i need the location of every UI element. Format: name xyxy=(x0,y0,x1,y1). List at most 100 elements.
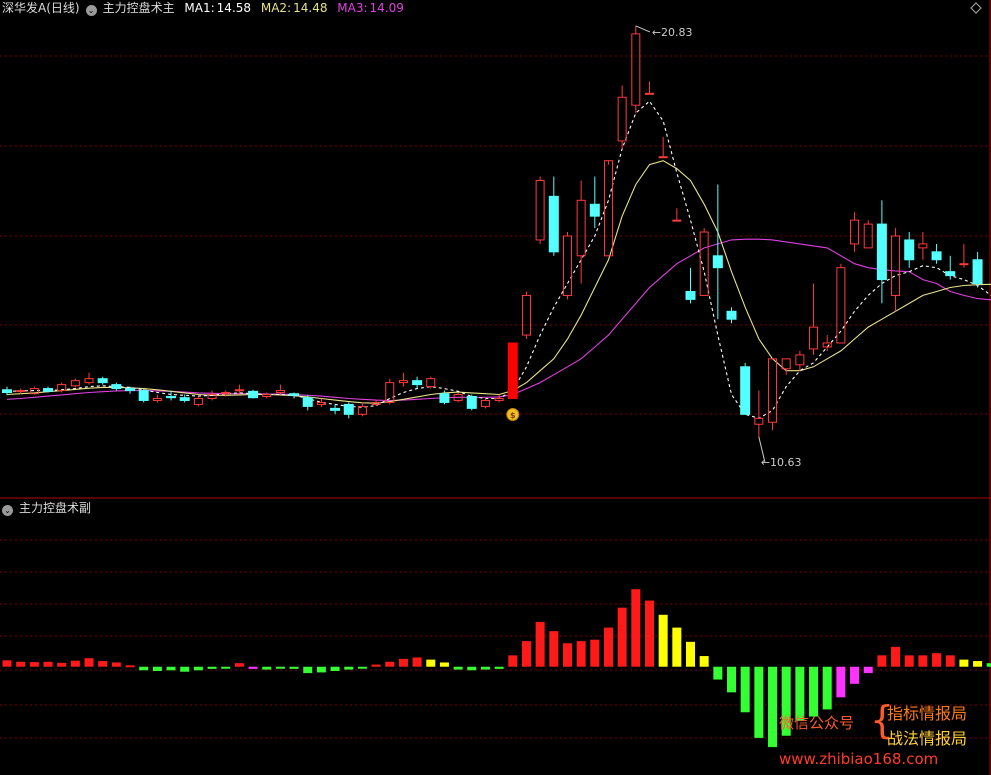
candle xyxy=(589,176,600,229)
chart-canvas: ←20.83 ←10.63 $ xyxy=(0,0,991,775)
candle xyxy=(193,396,203,407)
candle-body xyxy=(768,358,778,423)
candle xyxy=(43,386,54,393)
histogram-bar xyxy=(672,627,682,667)
candle-body xyxy=(576,199,586,257)
candle xyxy=(16,388,26,394)
histogram-bar xyxy=(467,666,477,671)
stock-title: 深华发A(日线) xyxy=(2,1,80,15)
candle xyxy=(330,404,341,415)
histogram-bar xyxy=(43,661,53,667)
candle-body xyxy=(809,326,819,350)
candle-body xyxy=(712,255,723,269)
candle-body xyxy=(111,384,122,390)
candle-body xyxy=(521,294,531,336)
histogram-bar xyxy=(84,658,94,667)
histogram-bar xyxy=(221,666,231,669)
histogram-bar xyxy=(945,655,955,667)
candle xyxy=(617,85,627,149)
histogram-bar xyxy=(590,639,600,667)
histogram-bar xyxy=(617,607,627,667)
candle xyxy=(631,25,641,114)
candle xyxy=(152,394,162,403)
ma1-value: 14.58 xyxy=(216,1,252,15)
candle xyxy=(97,376,108,385)
candle-body xyxy=(494,397,504,401)
candle xyxy=(972,251,983,288)
candle-body xyxy=(631,33,641,106)
candle-body xyxy=(2,389,12,394)
histogram-bar xyxy=(111,662,121,667)
candle xyxy=(84,372,94,385)
candle-body xyxy=(754,417,764,425)
candle-body xyxy=(850,219,860,245)
watermark-wechat: 微信公众号 xyxy=(779,714,855,732)
candle xyxy=(644,81,654,95)
candle-body xyxy=(945,271,956,277)
sub-chart-header: ⌄ 主力控盘术副 xyxy=(2,500,97,516)
candle-body xyxy=(535,179,545,241)
candle xyxy=(809,283,819,355)
candle xyxy=(302,395,313,411)
sub-indicator-toggle-icon[interactable]: ⌄ xyxy=(2,505,13,516)
histogram-bar xyxy=(494,666,504,669)
histogram-bar xyxy=(426,659,436,667)
candle-body xyxy=(918,243,928,249)
high-pointer xyxy=(635,25,651,33)
histogram-bar xyxy=(262,666,272,670)
candle xyxy=(945,255,956,280)
histogram-bar xyxy=(959,659,969,667)
candle-body xyxy=(70,380,80,387)
histogram-bar xyxy=(139,666,149,671)
candle xyxy=(863,220,873,249)
candle-body xyxy=(179,397,190,401)
histogram-bar xyxy=(371,664,381,667)
histogram-bar xyxy=(521,641,531,667)
candle-body xyxy=(658,156,668,159)
histogram-bar xyxy=(303,666,313,674)
ma2-label: MA2: xyxy=(260,1,292,15)
candle xyxy=(111,382,122,391)
candle-body xyxy=(685,290,696,300)
ma3-value: 14.09 xyxy=(369,1,404,15)
candle xyxy=(480,398,490,409)
ma3-label: MA3: xyxy=(337,1,368,15)
candle xyxy=(248,389,259,399)
histogram-bar xyxy=(918,655,928,667)
ma3-line xyxy=(6,238,991,402)
candle-body xyxy=(343,403,354,415)
candle xyxy=(876,200,887,304)
candle-body xyxy=(193,397,203,405)
candle xyxy=(535,176,545,244)
candle xyxy=(507,342,518,399)
histogram-bar xyxy=(248,666,258,669)
histogram-bar xyxy=(973,661,983,667)
indicator-toggle-icon[interactable]: ⌄ xyxy=(85,5,97,16)
histogram-bar xyxy=(398,658,408,667)
diamond-icon[interactable] xyxy=(970,2,982,14)
candle xyxy=(891,228,901,312)
candle xyxy=(343,402,354,419)
histogram-bar xyxy=(29,662,39,667)
candle xyxy=(904,232,915,268)
candle xyxy=(850,212,860,252)
candle-body xyxy=(302,397,313,407)
candle-body xyxy=(275,390,285,394)
candle-body xyxy=(262,394,272,397)
watermark-line2: 战法情报局 xyxy=(887,729,968,748)
histogram-bar xyxy=(603,627,613,667)
main-indicator-name[interactable]: 主力控盘术主 xyxy=(103,1,175,15)
histogram-bar xyxy=(836,666,846,698)
ma2-value: 14.48 xyxy=(293,1,328,15)
candle-body xyxy=(795,354,805,366)
candle xyxy=(959,243,969,268)
histogram-bar xyxy=(439,662,449,667)
candle-body xyxy=(507,342,518,399)
candle-body xyxy=(330,407,341,411)
sub-indicator-name[interactable]: 主力控盘术副 xyxy=(19,501,91,515)
candle xyxy=(822,335,832,351)
candle-body xyxy=(672,219,682,222)
candle xyxy=(275,384,285,395)
candle xyxy=(57,382,67,393)
candle xyxy=(712,184,723,320)
